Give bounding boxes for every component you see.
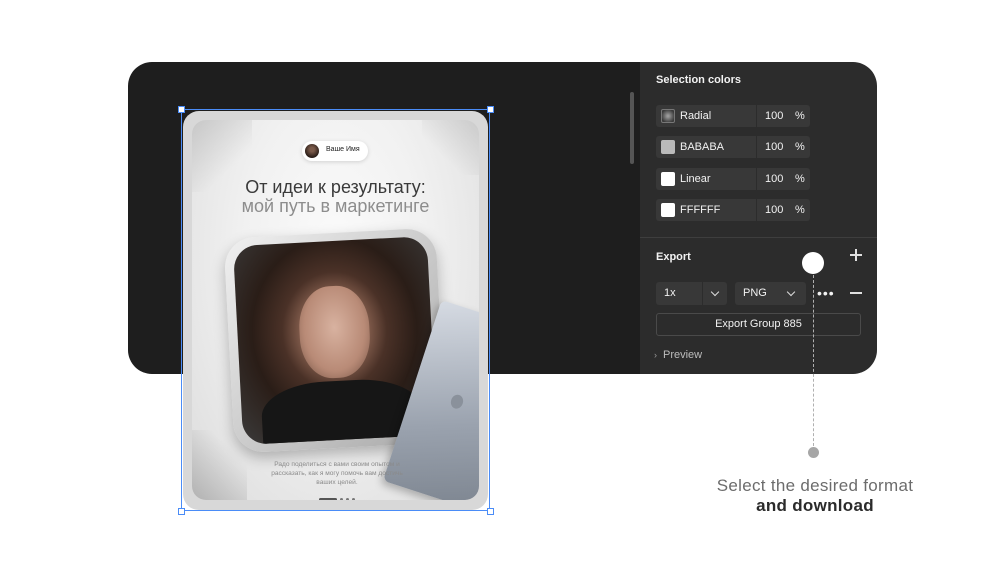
minus-icon[interactable] (850, 292, 862, 294)
color-name: Radial (680, 110, 712, 122)
color-name: Linear (680, 173, 711, 185)
panel-divider (640, 237, 877, 238)
resize-handle-top-right[interactable] (487, 106, 494, 113)
preview-label: Preview (663, 349, 703, 361)
plus-icon[interactable] (849, 248, 863, 262)
color-name-box[interactable]: FFFFFF (656, 199, 756, 221)
color-name-box[interactable]: Linear (656, 168, 756, 190)
opacity-value: 100 (765, 173, 784, 185)
preview-toggle[interactable]: › Preview (654, 349, 702, 361)
format-value: PNG (743, 287, 767, 299)
linear-swatch-icon[interactable] (661, 172, 675, 186)
callout-dot (808, 447, 819, 458)
select-separator (702, 282, 703, 305)
caption: Select the desired format and download (660, 476, 970, 516)
solid-swatch-icon[interactable] (661, 203, 675, 217)
solid-swatch-icon[interactable] (661, 140, 675, 154)
percent-sign: % (795, 204, 805, 216)
opacity-value: 100 (765, 204, 784, 216)
opacity-field[interactable]: 100 % (757, 105, 810, 127)
selection-colors-title: Selection colors (656, 74, 741, 86)
cursor-indicator (802, 252, 824, 274)
color-name-box[interactable]: Radial (656, 105, 756, 127)
color-name: BABABA (680, 141, 725, 153)
resize-handle-bottom-right[interactable] (487, 508, 494, 515)
properties-panel: Selection colors Radial 100 % BABABA 100… (640, 62, 877, 374)
caption-line-2: and download (756, 496, 874, 515)
chevron-down-icon[interactable] (710, 287, 720, 297)
stage: Selection colors Radial 100 % BABABA 100… (0, 0, 1005, 565)
opacity-field[interactable]: 100 % (757, 136, 810, 158)
opacity-field[interactable]: 100 % (757, 168, 810, 190)
export-button[interactable]: Export Group 885 (656, 313, 861, 336)
color-row-radial[interactable]: Radial 100 % (656, 105, 810, 127)
callout-line (813, 275, 814, 451)
color-row-bababa[interactable]: BABABA 100 % (656, 136, 810, 158)
chevron-right-icon: › (654, 350, 657, 360)
resize-handle-bottom-left[interactable] (178, 508, 185, 515)
opacity-value: 100 (765, 110, 784, 122)
radial-swatch-icon[interactable] (661, 109, 675, 123)
opacity-value: 100 (765, 141, 784, 153)
canvas-scrollbar[interactable] (630, 92, 634, 164)
color-row-ffffff[interactable]: FFFFFF 100 % (656, 199, 810, 221)
more-icon[interactable]: ••• (817, 286, 835, 300)
percent-sign: % (795, 141, 805, 153)
format-select[interactable]: PNG (735, 282, 806, 305)
export-section-title: Export (656, 251, 691, 263)
scale-select[interactable]: 1x (656, 282, 727, 305)
color-name: FFFFFF (680, 204, 721, 216)
caption-line-1: Select the desired format (716, 476, 914, 495)
color-name-box[interactable]: BABABA (656, 136, 756, 158)
opacity-field[interactable]: 100 % (757, 199, 810, 221)
percent-sign: % (795, 110, 805, 122)
scale-value: 1x (664, 287, 676, 299)
selection-frame[interactable] (181, 109, 490, 511)
percent-sign: % (795, 173, 805, 185)
chevron-down-icon[interactable] (786, 287, 796, 297)
resize-handle-top-left[interactable] (178, 106, 185, 113)
color-row-linear[interactable]: Linear 100 % (656, 168, 810, 190)
